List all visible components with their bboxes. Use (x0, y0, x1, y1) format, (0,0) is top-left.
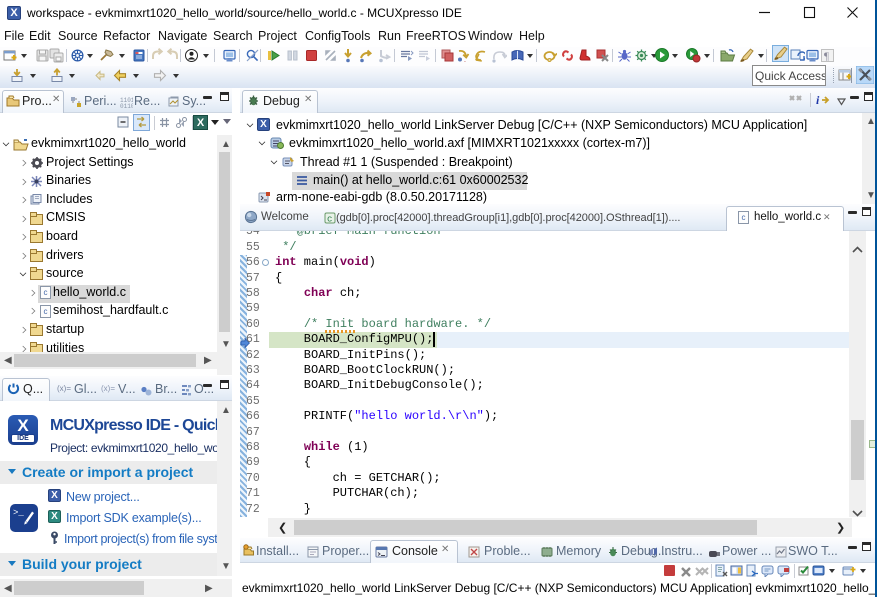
svg-text:¶: ¶ (824, 51, 829, 63)
svg-text:0110: 0110 (120, 103, 133, 108)
svg-text:.: . (464, 57, 466, 63)
svg-text:c: c (327, 215, 332, 225)
svg-text:i: i (816, 93, 820, 107)
